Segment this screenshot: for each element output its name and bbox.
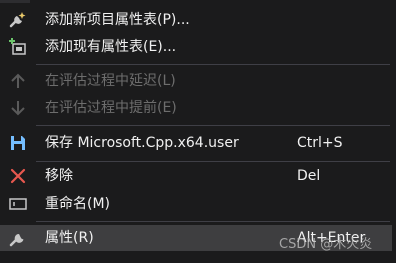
menu-separator (36, 221, 390, 222)
menu-separator (36, 125, 390, 126)
menu-separator (36, 64, 390, 65)
menu-item-label: 在评估过程中提前(E) (45, 100, 177, 116)
remove-x-icon (8, 166, 28, 186)
wrench-icon (8, 228, 28, 248)
menu-item-label: 属性(R) (45, 230, 94, 246)
menu-item-save-user-props[interactable]: 保存 Microsoft.Cpp.x64.user Ctrl+S (0, 130, 392, 156)
menu-item-shortcut: Del (297, 168, 321, 184)
menu-item-label: 添加现有属性表(E)... (45, 39, 177, 55)
menu-top-edge (0, 0, 396, 4)
rename-icon (8, 194, 28, 214)
watermark-text: CSDN @木火炎 (279, 237, 373, 252)
save-icon (8, 133, 28, 153)
menu-item-add-new-property-sheet[interactable]: 添加新项目属性表(P)... (0, 7, 392, 33)
menu-item-label: 保存 Microsoft.Cpp.x64.user (45, 135, 239, 151)
menu-item-label: 在评估过程中延迟(L) (45, 73, 176, 89)
menu-item-label: 重命名(M) (45, 196, 111, 212)
menu-item-remove[interactable]: 移除 Del (0, 163, 392, 189)
menu-item-label: 移除 (45, 168, 73, 184)
menu-item-delay-during-evaluation[interactable]: 在评估过程中延迟(L) (0, 68, 392, 94)
arrow-up-icon (8, 71, 28, 91)
menu-item-advance-during-evaluation[interactable]: 在评估过程中提前(E) (0, 95, 392, 121)
add-existing-property-sheet-icon (8, 37, 28, 57)
menu-separator (36, 161, 390, 162)
context-menu: 添加新项目属性表(P)... 添加现有属性表(E)... 在评估过程中延迟(L) (0, 0, 396, 263)
menu-item-add-existing-property-sheet[interactable]: 添加现有属性表(E)... (0, 34, 392, 60)
arrow-down-icon (8, 98, 28, 118)
add-new-property-sheet-icon (8, 10, 28, 30)
menu-item-shortcut: Ctrl+S (297, 135, 343, 151)
menu-item-label: 添加新项目属性表(P)... (45, 12, 190, 28)
menu-item-rename[interactable]: 重命名(M) (0, 191, 392, 217)
